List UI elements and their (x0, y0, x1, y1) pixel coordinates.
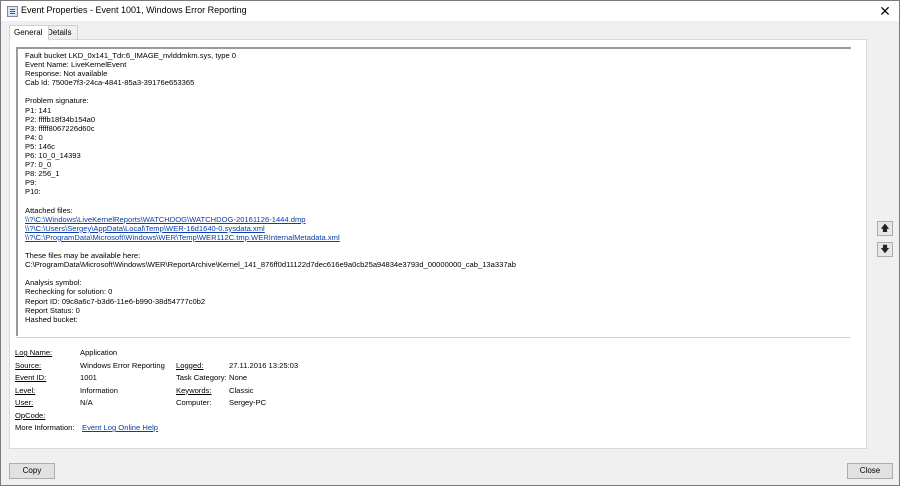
tab-general[interactable]: General (9, 25, 49, 41)
description-line: Cab Id: 7500e7f3-24ca-4841-85a3-39176e65… (25, 78, 195, 88)
opcode-label: OpCode: (15, 410, 46, 420)
source-value: Windows Error Reporting (80, 360, 165, 370)
keywords-value: Classic (229, 385, 254, 395)
description-line: Response: Not available (25, 69, 108, 79)
more-info-label: More Information: (15, 423, 75, 432)
description-line: P4: 0 (25, 132, 43, 142)
logged-label: Logged: (176, 360, 204, 370)
logged-value: 27.11.2016 13:25:03 (229, 360, 299, 370)
description-line: P9: (25, 178, 37, 188)
keywords-label: Keywords: (176, 385, 212, 395)
description-line: Event Name: LiveKernelEvent (25, 60, 127, 70)
log-name-label: Log Name: (15, 348, 53, 357)
general-panel: Fault bucket LKD_0x141_Tdr:6_IMAGE_nvldd… (9, 39, 867, 449)
description-line: Problem signature: (25, 96, 89, 106)
computer-value: Sergey-PC (229, 398, 267, 407)
title-bar: Event Properties - Event 1001, Windows E… (1, 1, 899, 21)
description-line: Report Status: 0 (25, 305, 80, 315)
description-line (25, 197, 845, 206)
task-category-value: None (229, 373, 248, 382)
description-text: Fault bucket LKD_0x141_Tdr:6_IMAGE_nvldd… (25, 51, 845, 324)
attached-file-link[interactable]: \\?\C:\Users\Sergey\AppData\Local\Temp\W… (25, 224, 845, 233)
copy-button[interactable]: Copy (9, 463, 55, 479)
close-icon[interactable]: ✕ (877, 3, 893, 19)
event-log-online-help-link[interactable]: Event Log Online Help (82, 423, 158, 432)
attached-file-link[interactable]: \\?\C:\ProgramData\Microsoft\Windows\WER… (25, 233, 845, 242)
close-button[interactable]: Close (847, 463, 893, 479)
description-line (25, 242, 845, 251)
arrow-up-icon[interactable]: 🡅 (877, 221, 893, 236)
description-line: P8: 256_1 (25, 169, 60, 179)
event-properties-icon (7, 6, 18, 17)
user-value: N/A (80, 398, 93, 407)
description-line: P6: 10_0_14393 (25, 151, 81, 161)
description-line: Fault bucket LKD_0x141_Tdr:6_IMAGE_nvldd… (25, 51, 237, 60)
description-line: Attached files: (25, 205, 73, 215)
arrow-down-icon[interactable]: 🡇 (877, 242, 893, 257)
event-id-value: 1001 (80, 373, 97, 382)
separator (16, 337, 850, 338)
task-category-label: Task Category: (176, 373, 227, 382)
log-name-value: Application (80, 348, 118, 357)
close-button-label: Close (859, 466, 881, 475)
description-line: P2: ffffb18f34b154a0 (25, 114, 96, 124)
description-line: C:\ProgramData\Microsoft\Windows\WER\Rep… (25, 260, 516, 270)
description-line: P1: 141 (25, 105, 52, 115)
description-line: Analysis symbol: (25, 278, 82, 288)
event-properties-window: Event Properties - Event 1001, Windows E… (0, 0, 900, 486)
description-line: Hashed bucket: (25, 314, 78, 324)
user-label: User: (15, 398, 34, 407)
window-title: Event Properties - Event 1001, Windows E… (21, 5, 247, 15)
description-line: Rechecking for solution: 0 (25, 287, 113, 297)
copy-button-label: Copy (22, 466, 42, 475)
description-line: P5: 146c (25, 141, 55, 151)
computer-label: Computer: (176, 398, 212, 407)
event-info: Log Name: Application Source: Windows Er… (15, 348, 835, 438)
description-line: Report ID: 09c8a6c7-b3d6-11e6-b990-38d54… (25, 296, 206, 306)
description-line: P3: fffff8067226d60c (25, 123, 95, 133)
event-description[interactable]: Fault bucket LKD_0x141_Tdr:6_IMAGE_nvldd… (16, 47, 851, 336)
description-line (25, 269, 845, 278)
level-value: Information (80, 385, 118, 395)
description-line: P7: 0_0 (25, 160, 52, 170)
description-line (25, 87, 845, 96)
description-line: These files may be available here: (25, 251, 141, 261)
event-id-label: Event ID: (15, 373, 47, 382)
description-line: P10: (25, 187, 41, 197)
level-label: Level: (15, 385, 36, 395)
attached-file-link[interactable]: \\?\C:\Windows\LiveKernelReports\WATCHDO… (25, 215, 845, 224)
source-label: Source: (15, 360, 42, 370)
